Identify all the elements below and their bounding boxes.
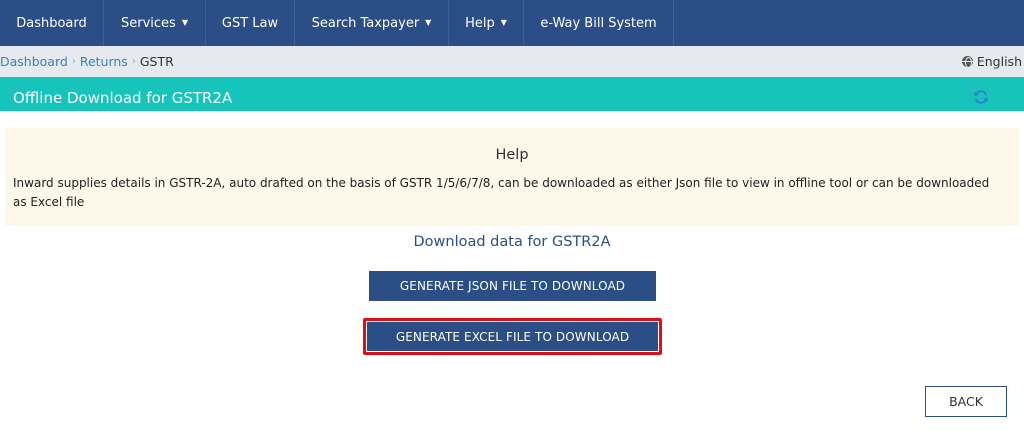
nav-item-label: GST Law <box>221 15 279 31</box>
help-text: Inward supplies details in GSTR-2A, auto… <box>13 176 990 209</box>
nav-item-label: Services <box>121 15 176 31</box>
help-panel: Help Inward supplies details in GSTR-2A,… <box>5 128 1019 226</box>
nav-item-label: Dashboard <box>16 15 87 31</box>
caret-down-icon: ▼ <box>425 17 432 27</box>
language-label: English <box>976 54 1022 69</box>
nav-item-label: Search Taxpayer <box>311 15 420 31</box>
language-selector[interactable]: English <box>961 46 1024 77</box>
nav-item-gst-law[interactable]: GST Law <box>206 0 295 46</box>
caret-down-icon: ▼ <box>181 17 188 27</box>
refresh-icon[interactable] <box>973 89 989 105</box>
breadcrumb: Dashboard › Returns › GSTR English <box>0 46 1024 77</box>
help-title: Help <box>495 147 529 163</box>
generate-json-button[interactable]: GENERATE JSON FILE TO DOWNLOAD <box>369 271 656 301</box>
nav-item-search-taxpayer[interactable]: Search Taxpayer ▼ <box>295 0 449 46</box>
breadcrumb-returns[interactable]: Returns <box>80 54 128 69</box>
generate-excel-button[interactable]: GENERATE EXCEL FILE TO DOWNLOAD <box>367 322 658 351</box>
breadcrumb-current: GSTR <box>139 54 174 69</box>
breadcrumb-dashboard[interactable]: Dashboard <box>0 54 68 69</box>
nav-item-help[interactable]: Help ▼ <box>449 0 524 46</box>
breadcrumb-separator-icon: › <box>71 56 76 67</box>
breadcrumb-separator-icon: › <box>131 56 136 67</box>
globe-icon <box>961 56 973 67</box>
nav-item-eway-bill[interactable]: e-Way Bill System <box>524 0 674 46</box>
nav-item-label: Help <box>465 15 495 31</box>
top-nav: Dashboard Services ▼ GST Law Search Taxp… <box>0 0 1024 46</box>
nav-item-dashboard[interactable]: Dashboard <box>0 0 104 46</box>
caret-down-icon: ▼ <box>500 17 507 27</box>
back-button[interactable]: BACK <box>925 386 1007 417</box>
page-title: Offline Download for GSTR2A <box>13 89 233 107</box>
nav-item-services[interactable]: Services ▼ <box>104 0 206 46</box>
download-heading: Download data for GSTR2A <box>413 234 611 250</box>
page-header: Offline Download for GSTR2A <box>0 77 1024 111</box>
nav-item-label: e-Way Bill System <box>540 15 657 31</box>
